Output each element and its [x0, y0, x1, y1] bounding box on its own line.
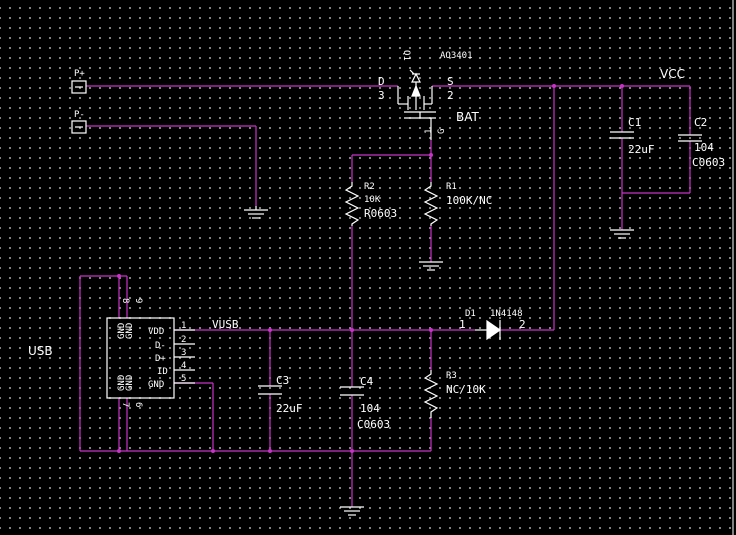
capacitor-c4: C4 104 C0603 [340, 375, 390, 431]
r1-value: 100K/NC [446, 194, 492, 207]
connector-p-minus: P- [71, 110, 87, 134]
junction-dot [268, 328, 272, 332]
junction-dot [429, 153, 433, 157]
c4-value: 104 [360, 402, 380, 415]
c2-ref: C2 [694, 116, 707, 129]
connector-p-plus: P+ [71, 69, 87, 94]
q1-pin2: 2 [447, 89, 454, 102]
net-label-bat: BAT [456, 110, 480, 124]
q1-source-label: S [447, 75, 454, 88]
schematic-canvas: P+ P- Q1 AO3401 D 3 S 2 1 G VCC BAT VUSB… [0, 0, 736, 535]
junction-dot [211, 449, 215, 453]
r3-ref: R3 [446, 371, 457, 381]
wires [79, 85, 691, 507]
ground-symbol-c4 [340, 506, 364, 516]
r2-value: 10K [364, 195, 381, 205]
usb-pin-dminus: D- [155, 341, 166, 351]
junction-dot [117, 274, 121, 278]
resistor-r2: R2 10K R0603 [344, 182, 397, 226]
junction-dot [552, 84, 556, 88]
q1-part: AO3401 [440, 51, 473, 61]
usb-pin-num-3: 3 [181, 348, 186, 358]
schematic: P+ P- Q1 AO3401 D 3 S 2 1 G VCC BAT VUSB… [28, 0, 734, 535]
d1-ref: D1 [465, 309, 476, 319]
usb-pin-num-4: 4 [181, 361, 186, 371]
diode-d1: D1 1N4148 1 2 [459, 309, 526, 341]
c2-value: 104 [694, 141, 714, 154]
c4-package: C0603 [357, 418, 390, 431]
usb-pin-num-8: 8 [120, 298, 130, 303]
junction-dot [620, 84, 624, 88]
usb-gnd-bottom-2: GND [125, 375, 135, 391]
c2-package: C0603 [692, 156, 725, 169]
ground-symbol-c1 [610, 229, 634, 239]
r3-value: NC/10K [446, 383, 486, 396]
resistor-r3: R3 NC/10K [423, 370, 486, 418]
capacitor-c1: C1 22uF [610, 116, 655, 156]
q1-pin3: 3 [378, 89, 385, 102]
q1-drain-label: D [378, 75, 385, 88]
junction-dot [350, 328, 354, 332]
junction-dot [429, 328, 433, 332]
c3-ref: C3 [276, 374, 289, 387]
q1-pin1: 1 [424, 129, 434, 134]
d1-part: 1N4148 [490, 309, 523, 319]
r1-ref: R1 [446, 182, 457, 192]
net-label-vcc: VCC [660, 67, 685, 81]
p-minus-label: P- [74, 110, 85, 120]
usb-pin-num-1: 1 [181, 321, 186, 331]
d1-pin1: 1 [459, 318, 466, 331]
usb-pin-gnd: GND [148, 380, 164, 390]
mosfet-q1: Q1 AO3401 D 3 S 2 1 G [378, 50, 473, 140]
q1-gate-label: G [437, 129, 447, 134]
usb-gnd-top-2: GND [125, 323, 135, 339]
usb-pin-num-5: 5 [181, 374, 186, 384]
junction-dot [117, 449, 121, 453]
c1-value: 22uF [628, 143, 655, 156]
c4-ref: C4 [360, 375, 374, 388]
c1-ref: C1 [628, 116, 641, 129]
capacitor-c2: C2 104 C0603 [678, 116, 725, 169]
junction-dot [350, 449, 354, 453]
ground-symbol-p-minus [244, 206, 268, 219]
capacitor-c3: C3 22uF [258, 374, 303, 415]
resistor-r1: R1 100K/NC [423, 182, 492, 226]
net-label-vusb: VUSB [212, 318, 239, 331]
q1-ref: Q1 [401, 50, 411, 61]
usb-pin-num-7: 7 [120, 402, 130, 407]
usb-pin-dplus: D+ [155, 354, 166, 364]
usb-pin-num-6: 6 [133, 402, 143, 407]
usb-pin-vdd: VDD [148, 327, 164, 337]
junction-dots [117, 84, 624, 453]
usb-pin-num-9: 9 [133, 298, 143, 303]
usb-pin-id: ID [157, 367, 168, 377]
r2-ref: R2 [364, 182, 375, 192]
d1-pin2: 2 [519, 318, 526, 331]
ground-symbol-r1 [419, 261, 443, 271]
usb-pin-num-2: 2 [181, 335, 186, 345]
label-usb: USB [28, 344, 53, 358]
r2-package: R0603 [364, 207, 397, 220]
c3-value: 22uF [276, 402, 303, 415]
usb-connector: VDD D- D+ ID GND 1 2 3 4 5 GND GND GND G… [106, 298, 195, 407]
p-plus-label: P+ [74, 69, 85, 79]
junction-dot [268, 449, 272, 453]
